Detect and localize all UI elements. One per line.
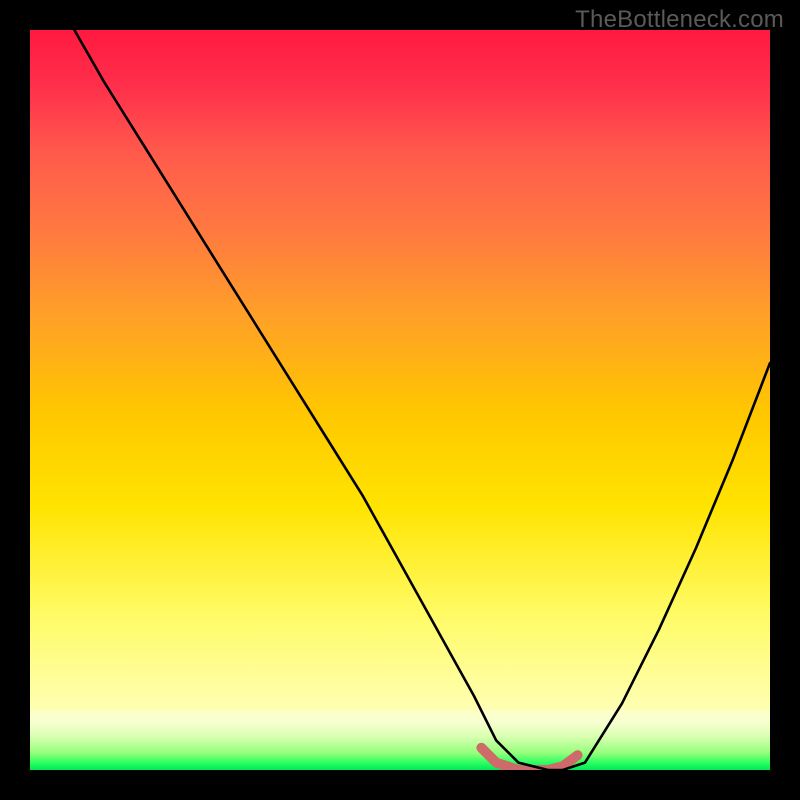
bottleneck-curve <box>74 30 770 770</box>
chart-svg <box>30 30 770 770</box>
chart-frame: TheBottleneck.com <box>0 0 800 800</box>
watermark-label: TheBottleneck.com <box>575 6 784 34</box>
plot-area <box>30 30 770 770</box>
